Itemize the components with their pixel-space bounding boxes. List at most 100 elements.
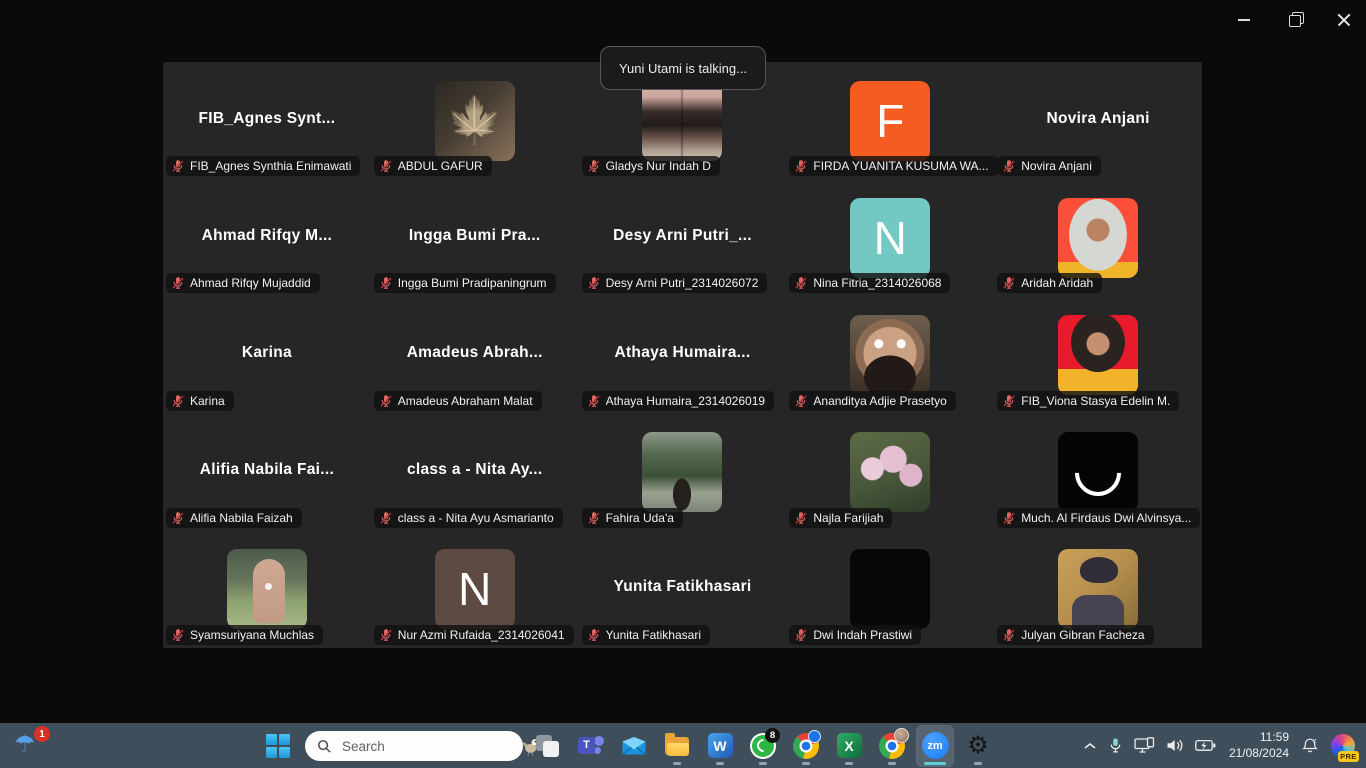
minimize-button[interactable] [1230,6,1258,34]
participant-tile[interactable]: Ahmad Rifqy M... Ahmad Rifqy Mujaddid [163,179,371,296]
participant-display-name: Ahmad Rifqy M... [202,227,333,249]
start-button[interactable] [266,734,290,758]
zoom-app-icon: zm [922,732,949,759]
zoom-meeting-window: FIB_Agnes Synt... FIB_Agnes Synthia Enim… [163,62,1202,648]
participant-tile[interactable]: Julyan Gibran Facheza [994,531,1202,648]
taskbar-app-settings[interactable]: ⚙ [960,726,996,766]
participant-tile[interactable]: Dwi Indah Prastiwi [786,531,994,648]
participant-name-label: Amadeus Abraham Malat [398,394,533,408]
participant-name-label: Desy Arni Putri_2314026072 [606,276,759,290]
participant-name-label: Najla Farijiah [813,511,883,525]
participant-name-label: Karina [190,394,225,408]
muted-mic-icon [794,511,808,525]
participant-nameplate: Gladys Nur Indah D [582,156,720,176]
participant-tile[interactable]: Najla Farijiah [786,414,994,531]
participant-tile[interactable]: Amadeus Abrah... Amadeus Abraham Malat [371,296,579,413]
taskbar-app-chrome-profile1[interactable] [788,726,824,766]
participant-tile[interactable]: Athaya Humaira... Athaya Humaira_2314026… [579,296,787,413]
participant-avatar [435,81,515,161]
participant-tile[interactable]: Syamsuriyana Muchlas [163,531,371,648]
running-app-indicator [759,762,767,765]
muted-mic-icon [794,276,808,290]
tray-copilot-icon[interactable]: PRE [1330,733,1356,759]
participant-name-label: Syamsuriyana Muchlas [190,628,314,642]
participant-nameplate: class a - Nita Ayu Asmarianto [374,508,563,528]
participant-tile[interactable]: F FIRDA YUANITA KUSUMA WA... [786,62,994,179]
muted-mic-icon [587,159,601,173]
participant-tile[interactable]: Yunita Fatikhasari Yunita Fatikhasari [579,531,787,648]
taskbar-app-teams[interactable]: T [573,726,609,766]
muted-mic-icon [1002,394,1016,408]
taskbar-app-excel[interactable]: X [831,726,867,766]
muted-mic-icon [794,159,808,173]
participant-display-name: Karina [242,344,292,366]
participant-nameplate: Ananditya Adjie Prasetyo [789,391,955,411]
start-logo-pane [279,747,290,758]
participant-name-label: Nur Azmi Rufaida_2314026041 [398,628,565,642]
participant-tile[interactable]: Aridah Aridah [994,179,1202,296]
tray-volume-icon[interactable] [1166,738,1184,753]
participant-tile[interactable]: FIB_Agnes Synt... FIB_Agnes Synthia Enim… [163,62,371,179]
participant-display-name: Yunita Fatikhasari [613,578,751,600]
taskbar-app-mail[interactable] [616,726,652,766]
muted-mic-icon [379,511,393,525]
taskbar-app-file-explorer[interactable] [659,726,695,766]
tray-clock[interactable]: 11:59 21/08/2024 [1229,730,1289,761]
talking-tooltip: Yuni Utami is talking... [600,46,766,90]
taskbar-search[interactable] [305,731,523,761]
taskbar-app-zoom[interactable]: zm [917,726,953,766]
restore-button[interactable] [1280,6,1308,34]
muted-mic-icon [587,394,601,408]
participant-name-label: Dwi Indah Prastiwi [813,628,912,642]
talking-tooltip-text: Yuni Utami is talking... [619,61,747,76]
participant-nameplate: Yunita Fatikhasari [582,625,710,645]
participant-nameplate: Julyan Gibran Facheza [997,625,1153,645]
participant-nameplate: Ingga Bumi Pradipaningrum [374,273,556,293]
participant-tile[interactable]: Desy Arni Putri_... Desy Arni Putri_2314… [579,179,787,296]
participant-tile[interactable]: N Nur Azmi Rufaida_2314026041 [371,531,579,648]
taskbar-app-chrome-profile2[interactable] [874,726,910,766]
search-input[interactable] [340,738,521,755]
participant-nameplate: Alifia Nabila Faizah [166,508,302,528]
tray-chevron-up-icon[interactable] [1083,741,1097,751]
taskbar-app-task-view[interactable] [530,726,566,766]
participant-display-name: Alifia Nabila Fai... [200,461,334,483]
app-notification-badge: 8 [765,728,780,743]
muted-mic-icon [171,511,185,525]
participant-tile[interactable]: Much. Al Firdaus Dwi Alvinsya... [994,414,1202,531]
participant-tile[interactable]: class a - Nita Ay... class a - Nita Ayu … [371,414,579,531]
participant-name-label: Novira Anjani [1021,159,1092,173]
participant-nameplate: Karina [166,391,234,411]
taskbar-app-whatsapp[interactable]: 8 [745,726,781,766]
tray-battery-icon[interactable] [1195,739,1216,752]
system-tray: 11:59 21/08/2024 z PRE [1083,723,1366,768]
participant-tile[interactable]: FIB_Viona Stasya Edelin M. [994,296,1202,413]
close-button[interactable] [1330,6,1358,34]
umbrella-icon: ☂ [14,731,36,758]
start-logo-pane [279,734,290,745]
participant-nameplate: FIB_Agnes Synthia Enimawati [166,156,360,176]
participant-tile[interactable]: Fahira Uda'a [579,414,787,531]
participant-nameplate: Athaya Humaira_2314026019 [582,391,774,411]
participant-tile[interactable]: Karina Karina [163,296,371,413]
tray-cast-display-icon[interactable] [1134,737,1155,754]
taskbar-app-word[interactable]: W [702,726,738,766]
participant-tile[interactable]: ABDUL GAFUR [371,62,579,179]
participant-name-label: Aridah Aridah [1021,276,1093,290]
participant-avatar [642,432,722,512]
tray-notification-bell-icon[interactable]: z [1302,737,1319,754]
participant-tile[interactable]: Ananditya Adjie Prasetyo [786,296,994,413]
file-explorer-icon [664,734,690,758]
umbrella-tray-app[interactable]: ☂ 1 [14,728,46,762]
participant-nameplate: Desy Arni Putri_2314026072 [582,273,768,293]
participant-name-label: Alifia Nabila Faizah [190,511,293,525]
tray-mic-icon[interactable] [1108,737,1123,754]
participant-tile[interactable]: Alifia Nabila Fai... Alifia Nabila Faiza… [163,414,371,531]
participant-avatar [227,549,307,629]
participant-tile[interactable]: N Nina Fitria_2314026068 [786,179,994,296]
participant-tile[interactable]: Novira Anjani Novira Anjani [994,62,1202,179]
participant-name-label: Ananditya Adjie Prasetyo [813,394,946,408]
running-app-indicator [974,762,982,765]
participant-tile[interactable]: Ingga Bumi Pra... Ingga Bumi Pradipaning… [371,179,579,296]
participant-name-label: Julyan Gibran Facheza [1021,628,1144,642]
